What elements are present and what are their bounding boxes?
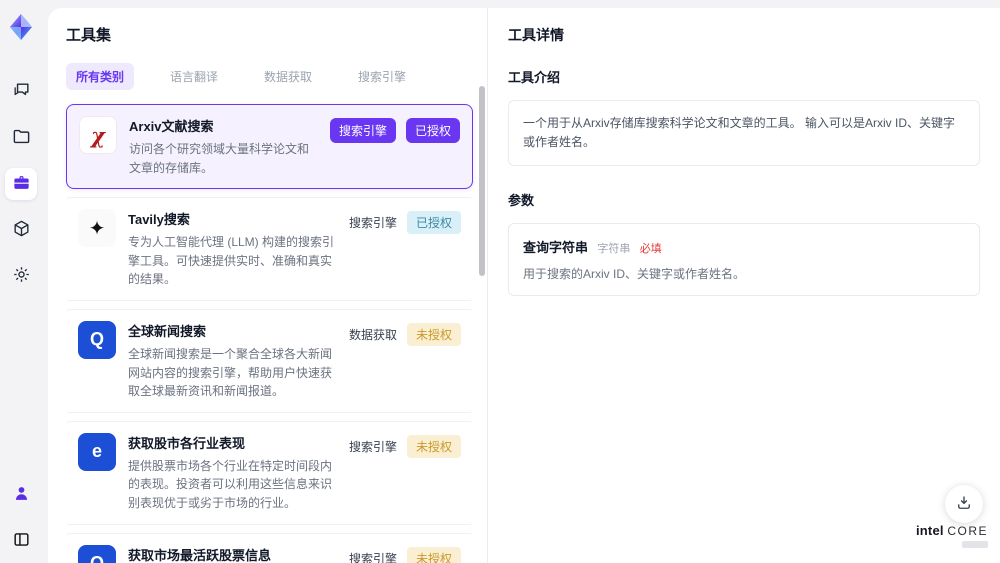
sidebar-item-tools[interactable] bbox=[5, 168, 37, 200]
sidebar-item-packages[interactable] bbox=[5, 214, 37, 246]
tool-description: 提供股票市场各个行业在特定时间段内的表现。投资者可以利用这些信息来识别表现优于或… bbox=[128, 458, 333, 510]
folder-icon bbox=[12, 127, 31, 149]
category-label: 搜索引擎 bbox=[348, 439, 397, 454]
app-window: 工具集 所有类别 语言翻译 数据获取 搜索引擎 χ Arxiv文献搜索 访问各个… bbox=[0, 0, 1000, 563]
intro-heading: 工具介绍 bbox=[508, 70, 561, 85]
chat-icon bbox=[12, 81, 31, 103]
toolbox-icon bbox=[12, 173, 31, 195]
user-icon bbox=[12, 484, 31, 506]
intel-core-badge: intel core bbox=[915, 522, 988, 551]
tool-card-list: χ Arxiv文献搜索 访问各个研究领域大量科学论文和文章的存储库。 搜索引擎 … bbox=[66, 104, 473, 563]
param-name: 查询字符串 bbox=[523, 240, 589, 256]
tool-name: 获取股市各行业表现 bbox=[128, 435, 246, 451]
global-news-logo-icon: Q bbox=[78, 320, 116, 359]
tavily-star-icon: ✦ bbox=[78, 209, 116, 248]
tool-card-arxiv[interactable]: χ Arxiv文献搜索 访问各个研究领域大量科学论文和文章的存储库。 搜索引擎 … bbox=[66, 104, 473, 190]
param-description: 用于搜索的Arxiv ID、关键字或作者姓名。 bbox=[523, 267, 746, 282]
params-heading: 参数 bbox=[508, 193, 535, 209]
parameter-card: 查询字符串 字符串 必填 用于搜索的Arxiv ID、关键字或作者姓名。 bbox=[508, 223, 980, 297]
arxiv-logo-icon: χ bbox=[79, 116, 117, 154]
tool-intro-text: 一个用于从Arxiv存储库搜索科学论文和文章的工具。 输入可以是Arxiv ID… bbox=[508, 100, 980, 167]
main-surface: 工具集 所有类别 语言翻译 数据获取 搜索引擎 χ Arxiv文献搜索 访问各个… bbox=[48, 8, 1000, 563]
scrollbar[interactable] bbox=[479, 86, 485, 276]
download-icon bbox=[955, 494, 973, 515]
tool-card-tavily[interactable]: ✦ Tavily搜索 专为人工智能代理 (LLM) 构建的搜索引擎工具。可快速提… bbox=[66, 197, 473, 301]
stock-sector-logo-icon: e bbox=[78, 432, 116, 471]
tool-name: Arxiv文献搜索 bbox=[129, 119, 214, 134]
status-badge: 已授权 bbox=[406, 211, 461, 235]
category-tabs: 所有类别 语言翻译 数据获取 搜索引擎 bbox=[66, 63, 473, 90]
sidebar-collapse-button[interactable] bbox=[5, 525, 37, 557]
page-title: 工具集 bbox=[66, 27, 112, 44]
category-label: 搜索引擎 bbox=[348, 551, 397, 563]
tool-card-global-news[interactable]: Q 全球新闻搜索 全球新闻搜索是一个聚合全球各大新闻网站内容的搜索引擎，帮助用户… bbox=[66, 308, 473, 413]
sidebar-item-chat[interactable] bbox=[5, 76, 37, 108]
tool-list-panel: 工具集 所有类别 语言翻译 数据获取 搜索引擎 χ Arxiv文献搜索 访问各个… bbox=[48, 8, 488, 563]
intel-logo-text: intel bbox=[915, 522, 944, 538]
tab-data-fetch[interactable]: 数据获取 bbox=[254, 63, 322, 90]
status-badge: 未授权 bbox=[406, 434, 461, 458]
status-badge: 未授权 bbox=[406, 546, 461, 563]
category-label: 搜索引擎 bbox=[348, 216, 397, 231]
tab-all-categories[interactable]: 所有类别 bbox=[66, 63, 135, 90]
tool-name: 获取市场最活跃股票信息 bbox=[128, 547, 272, 563]
status-badge: 未授权 bbox=[406, 322, 461, 346]
detail-title: 工具详情 bbox=[508, 27, 564, 43]
package-icon bbox=[12, 219, 31, 241]
tool-description: 访问各个研究领域大量科学论文和文章的存储库。 bbox=[129, 142, 310, 175]
tool-card-stock-active[interactable]: Q 获取市场最活跃股票信息 提供当天交易量最高的股票列表，投资者可以利用这些信息… bbox=[66, 532, 473, 563]
param-required-flag: 必填 bbox=[639, 243, 662, 256]
stock-active-logo-icon: Q bbox=[78, 544, 116, 563]
tool-description: 专为人工智能代理 (LLM) 构建的搜索引擎工具。可快速提供实时、准确和真实的结… bbox=[128, 235, 335, 287]
panel-toggle-icon bbox=[12, 530, 31, 552]
download-button[interactable] bbox=[945, 485, 983, 523]
sidebar-item-files[interactable] bbox=[5, 122, 37, 154]
sidebar-item-account[interactable] bbox=[5, 479, 37, 511]
app-logo-icon bbox=[6, 12, 36, 42]
param-type: 字符串 bbox=[597, 243, 631, 256]
status-badge: 已授权 bbox=[405, 118, 460, 143]
sidebar-item-settings[interactable] bbox=[5, 260, 37, 292]
tab-search-engine[interactable]: 搜索引擎 bbox=[348, 63, 416, 90]
settings-icon bbox=[12, 265, 31, 287]
brand-subscript bbox=[962, 540, 988, 548]
tool-card-stock-sector[interactable]: e 获取股市各行业表现 提供股票市场各个行业在特定时间段内的表现。投资者可以利用… bbox=[66, 420, 473, 525]
tool-name: Tavily搜索 bbox=[128, 212, 190, 228]
category-badge: 搜索引擎 bbox=[329, 118, 396, 143]
icon-sidebar bbox=[0, 0, 42, 563]
category-label: 数据获取 bbox=[348, 327, 397, 342]
core-logo-text: core bbox=[947, 523, 988, 538]
tool-detail-panel: 工具详情 工具介绍 一个用于从Arxiv存储库搜索科学论文和文章的工具。 输入可… bbox=[488, 8, 1000, 563]
tool-description: 全球新闻搜索是一个聚合全球各大新闻网站内容的搜索引擎，帮助用户快速获取全球最新资… bbox=[128, 346, 333, 399]
tab-translation[interactable]: 语言翻译 bbox=[160, 63, 228, 90]
tool-name: 全球新闻搜索 bbox=[128, 323, 207, 339]
